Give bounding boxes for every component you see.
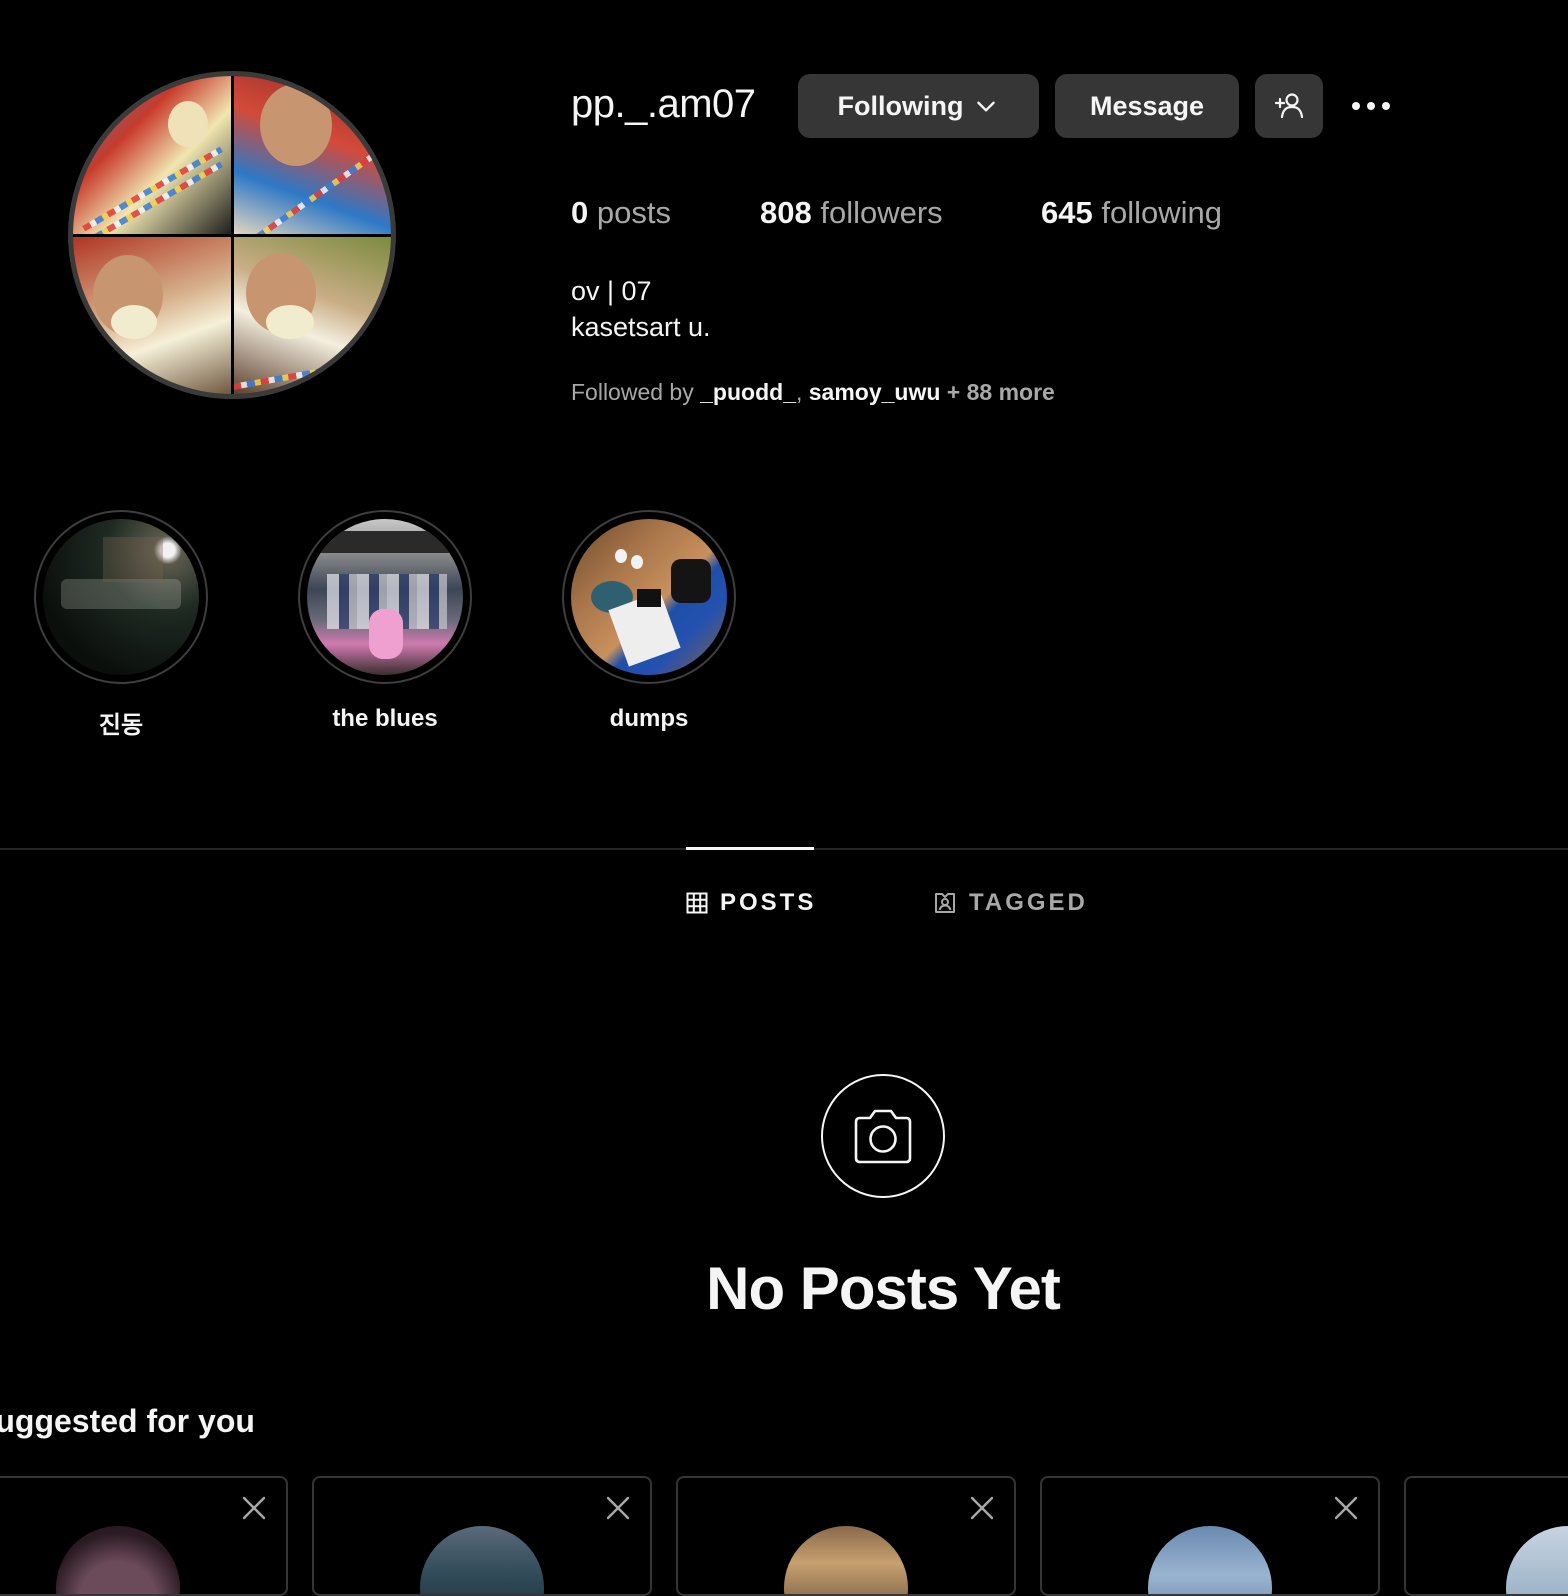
followed-by-prefix: Followed by: [571, 379, 701, 405]
avatar-photo-quadrant: [232, 235, 391, 394]
highlight-item[interactable]: [562, 510, 736, 684]
followed-by[interactable]: Followed by _puodd_, samoy_uwu + 88 more: [571, 379, 1055, 406]
tab-tagged[interactable]: TAGGED: [933, 886, 1088, 920]
highlight-item[interactable]: [34, 510, 208, 684]
close-icon[interactable]: [604, 1494, 632, 1522]
followed-by-user[interactable]: samoy_uwu: [809, 379, 941, 405]
avatar-photo-quadrant: [232, 76, 391, 235]
close-icon[interactable]: [240, 1494, 268, 1522]
suggested-card[interactable]: [1040, 1476, 1380, 1596]
suggest-people-button[interactable]: [1255, 74, 1323, 138]
suggested-title: Suggested for you: [0, 1403, 255, 1439]
following-button-label: Following: [837, 90, 964, 121]
suggested-card[interactable]: [312, 1476, 652, 1596]
highlight-item[interactable]: [298, 510, 472, 684]
more-options-icon[interactable]: [1346, 86, 1396, 126]
empty-state-title: No Posts Yet: [706, 1255, 1061, 1322]
profile-avatar[interactable]: [68, 71, 396, 399]
highlight-label: 진동: [98, 712, 144, 739]
tab-tagged-label: TAGGED: [969, 889, 1088, 916]
suggested-avatar[interactable]: [1506, 1526, 1568, 1594]
chevron-down-icon: [977, 101, 996, 112]
suggested-card[interactable]: [1404, 1476, 1568, 1596]
tagged-icon: [935, 893, 955, 913]
suggested-avatar[interactable]: [1148, 1526, 1272, 1594]
tab-posts-label: POSTS: [720, 889, 817, 916]
bio-line: kasetsart u.: [571, 312, 711, 342]
add-person-icon: [1274, 93, 1304, 119]
followers-count[interactable]: 808 followers: [760, 195, 943, 231]
followed-by-user[interactable]: _puodd_: [700, 379, 796, 405]
highlight-cover: [307, 519, 463, 675]
suggested-card[interactable]: [676, 1476, 1016, 1596]
posts-count: 0 posts: [571, 195, 671, 230]
suggested-card[interactable]: [0, 1476, 288, 1596]
camera-icon: [854, 1109, 912, 1164]
highlight-cover: [571, 519, 727, 675]
suggested-avatar[interactable]: [784, 1526, 908, 1594]
avatar-photo-quadrant: [73, 235, 232, 394]
highlight-label: the blues: [332, 705, 438, 732]
followed-by-more[interactable]: + 88 more: [940, 379, 1055, 405]
profile-avatar-image: [73, 76, 391, 394]
close-icon[interactable]: [968, 1494, 996, 1522]
active-tab-indicator: [686, 847, 814, 850]
profile-username: pp._.am07: [571, 82, 756, 126]
highlight-label: dumps: [609, 705, 689, 732]
tab-posts[interactable]: POSTS: [686, 886, 816, 920]
highlight-cover: [43, 519, 199, 675]
avatar-photo-quadrant: [73, 76, 232, 235]
suggested-avatar[interactable]: [420, 1526, 544, 1594]
camera-icon-circle: [821, 1074, 945, 1198]
grid-icon: [686, 892, 708, 914]
close-icon[interactable]: [1332, 1494, 1360, 1522]
suggested-avatar[interactable]: [56, 1526, 180, 1594]
message-button[interactable]: Message: [1055, 74, 1239, 138]
following-count[interactable]: 645 following: [1041, 195, 1222, 231]
bio-line: ov | 07: [571, 276, 652, 306]
following-button[interactable]: Following: [798, 74, 1039, 138]
